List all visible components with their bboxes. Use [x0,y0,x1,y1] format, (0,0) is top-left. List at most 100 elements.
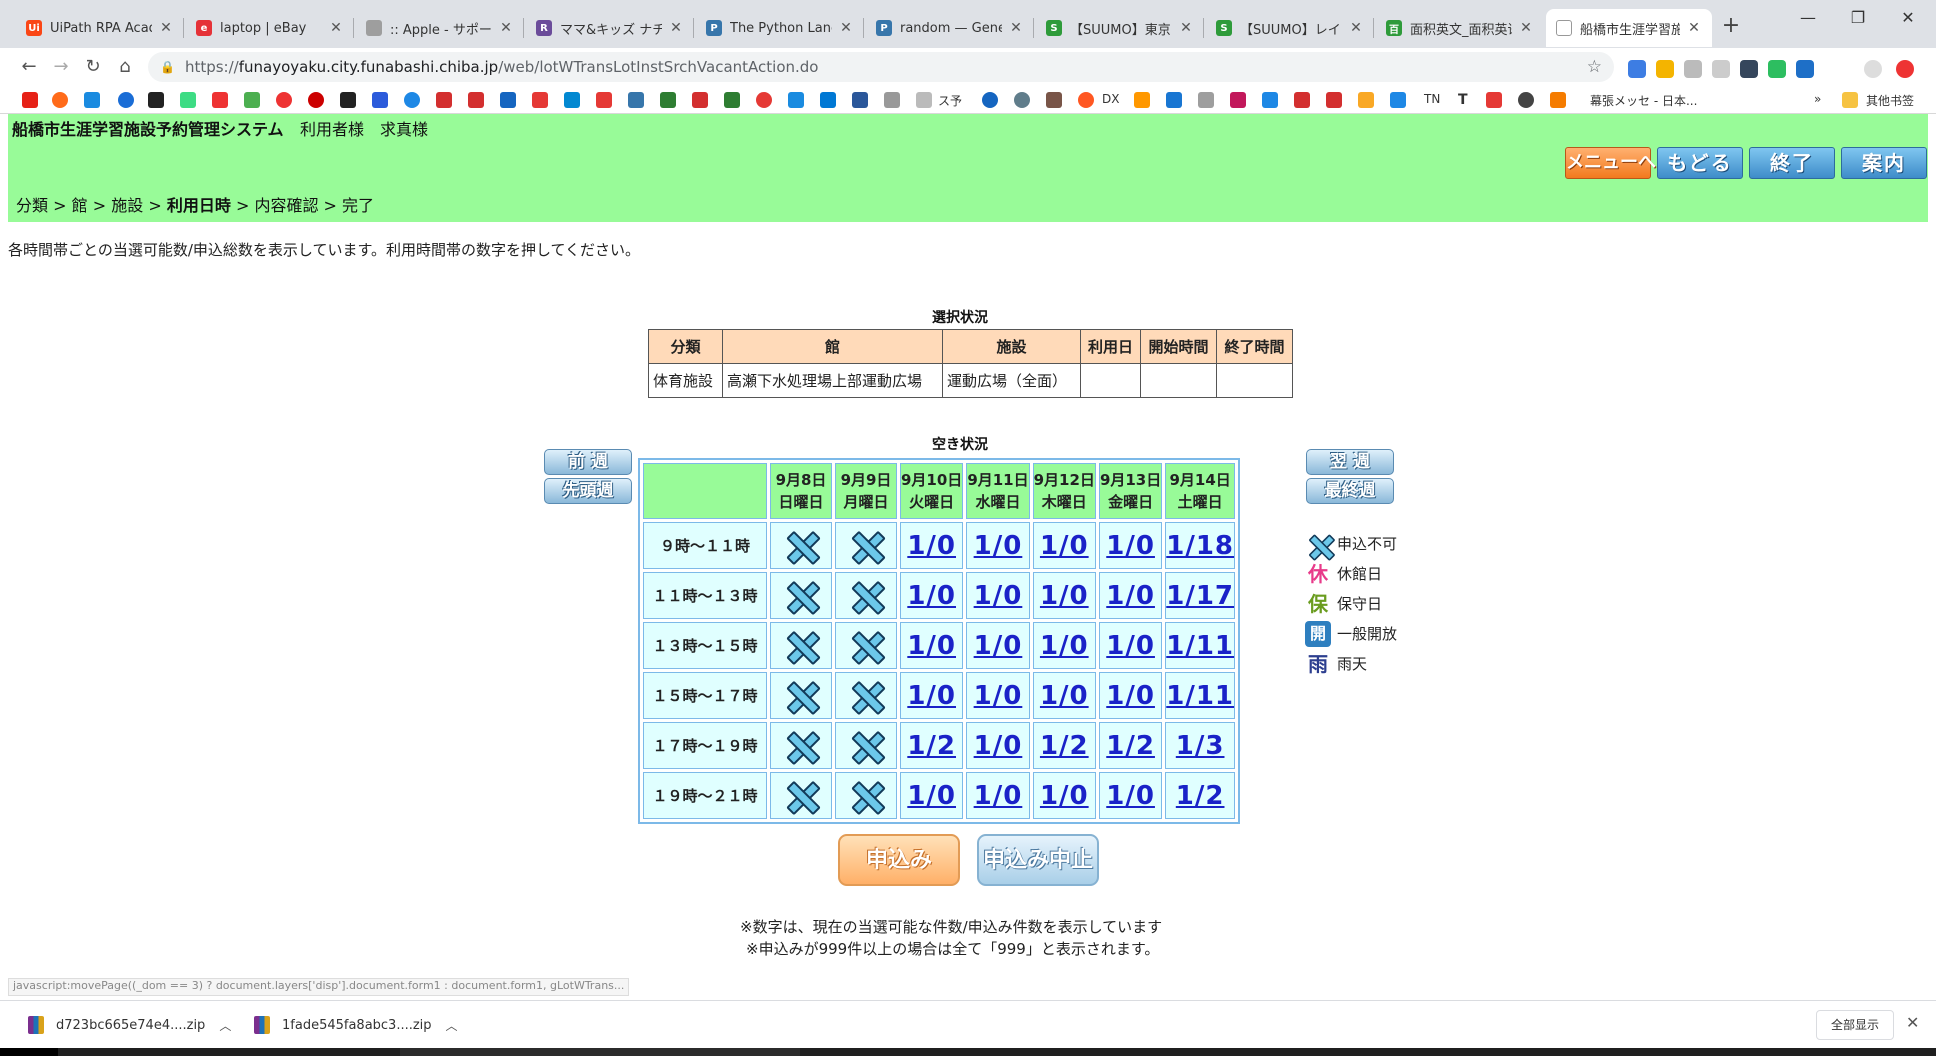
bookmark-icon[interactable] [532,92,548,108]
bookmark-icon[interactable] [276,92,292,108]
bookmark-star-icon[interactable]: ☆ [1587,57,1602,77]
availability-count-link[interactable]: 1/0 [1106,581,1155,611]
next-week-button[interactable]: 翌 週 [1306,449,1394,475]
bookmark-icon[interactable] [1550,92,1566,108]
tab-close-icon[interactable]: ✕ [838,20,854,36]
tab-close-icon[interactable]: ✕ [1686,20,1702,36]
home-icon[interactable]: ⌂ [112,54,138,80]
tab-close-icon[interactable]: ✕ [1348,20,1364,36]
first-week-button[interactable]: 先頭週 [544,478,632,504]
availability-count-link[interactable]: 1/0 [907,631,956,661]
tab[interactable]: Prandom — Genera ✕ [866,9,1034,47]
exit-button[interactable]: 終了 [1749,147,1835,179]
bookmark-label[interactable]: 幕張メッセ - 日本... [1590,92,1697,109]
tab[interactable]: e laptop | eBay ✕ [186,9,354,47]
availability-count-link[interactable]: 1/0 [907,531,956,561]
bookmark-icon[interactable] [1486,92,1502,108]
bookmark-icon[interactable] [628,92,644,108]
bookmark-icon[interactable] [1230,92,1246,108]
availability-count-link[interactable]: 1/0 [1106,631,1155,661]
bookmark-icon[interactable] [212,92,228,108]
download-item[interactable]: d723bc665e74e4....zip ︿ [28,1013,231,1037]
bookmark-icon[interactable] [436,92,452,108]
availability-count-link[interactable]: 1/0 [1040,681,1089,711]
restore-icon[interactable]: ❐ [1838,8,1878,27]
bookmark-icon[interactable] [52,92,68,108]
availability-count-link[interactable]: 1/0 [907,781,956,811]
availability-count-link[interactable]: 1/3 [1176,731,1225,761]
availability-count-link[interactable]: 1/2 [1106,731,1155,761]
download-item[interactable]: 1fade545fa8abc3....zip ︿ [254,1013,458,1037]
other-bookmarks[interactable]: 其他书签 [1866,92,1914,109]
bookmark-icon[interactable] [1046,92,1062,108]
bookmark-icon[interactable] [1262,92,1278,108]
bookmark-icon[interactable] [1358,92,1374,108]
tab[interactable]: P The Python Langu ✕ [696,9,864,47]
bookmark-icon[interactable] [1390,92,1406,108]
tab[interactable]: :: Apple - サポート ✕ [356,9,524,47]
tab-close-icon[interactable]: ✕ [1518,20,1534,36]
bookmark-icon[interactable] [1134,92,1150,108]
bookmark-icon[interactable] [180,92,196,108]
bookmark-icon[interactable] [500,92,516,108]
apply-button[interactable]: 申込み [838,834,960,886]
bookmark-icon[interactable] [884,92,900,108]
extension-icon[interactable] [1628,60,1646,78]
bookmark-icon[interactable] [308,92,324,108]
availability-count-link[interactable]: 1/2 [907,731,956,761]
availability-count-link[interactable]: 1/0 [974,731,1023,761]
availability-count-link[interactable]: 1/0 [1106,681,1155,711]
bookmark-icon[interactable] [982,92,998,108]
bookmark-icon[interactable] [1294,92,1310,108]
availability-count-link[interactable]: 1/0 [974,531,1023,561]
availability-count-link[interactable]: 1/0 [1040,631,1089,661]
tab[interactable]: Ui UiPath RPA Acade ✕ [16,9,184,47]
bookmark-icon[interactable] [1166,92,1182,108]
bookmark-icon[interactable] [692,92,708,108]
menu-icon[interactable] [1896,60,1914,78]
cancel-apply-button[interactable]: 申込み中止 [977,834,1099,886]
availability-count-link[interactable]: 1/2 [1176,781,1225,811]
bookmark-icon[interactable] [340,92,356,108]
bookmark-icon[interactable] [564,92,580,108]
availability-count-link[interactable]: 1/2 [1040,731,1089,761]
bookmark-icon[interactable] [852,92,868,108]
bookmark-icon[interactable] [118,92,134,108]
bookmark-icon[interactable] [244,92,260,108]
minimize-icon[interactable]: — [1788,8,1828,27]
bookmark-icon[interactable] [84,92,100,108]
profile-avatar[interactable] [1864,60,1882,78]
bookmark-label[interactable]: TN [1424,92,1440,106]
tab-close-icon[interactable]: ✕ [498,20,514,36]
bookmark-icon[interactable] [1518,92,1534,108]
bookmark-icon[interactable] [372,92,388,108]
back-arrow-icon[interactable]: ← [16,54,42,80]
bookmark-icon[interactable] [404,92,420,108]
bookmarks-overflow[interactable]: » [1814,92,1821,106]
availability-count-link[interactable]: 1/11 [1166,681,1234,711]
bookmark-icon[interactable] [820,92,836,108]
close-icon[interactable]: ✕ [1906,1013,1919,1032]
bookmark-label[interactable]: DX [1102,92,1119,106]
tab-close-icon[interactable]: ✕ [158,20,174,36]
guide-button[interactable]: 案内 [1841,147,1927,179]
address-bar[interactable]: 🔒 https://funayoyaku.city.funabashi.chib… [148,52,1614,82]
show-all-button[interactable]: 全部显示 [1816,1010,1894,1040]
bookmark-icon[interactable] [660,92,676,108]
tab-close-icon[interactable]: ✕ [328,20,344,36]
bookmark-icon[interactable] [1198,92,1214,108]
tab[interactable]: S 【SUUMO】レイン ✕ [1206,9,1374,47]
availability-count-link[interactable]: 1/0 [1106,531,1155,561]
prev-week-button[interactable]: 前 週 [544,449,632,475]
reload-icon[interactable]: ↻ [80,54,106,80]
bookmark-icon[interactable] [1326,92,1342,108]
menu-button[interactable]: メニューへ [1565,147,1656,179]
extension-icon[interactable] [1740,60,1758,78]
availability-count-link[interactable]: 1/0 [974,581,1023,611]
tab-close-icon[interactable]: ✕ [1008,20,1024,36]
back-button[interactable]: もどる [1657,147,1743,179]
bookmark-icon[interactable] [148,92,164,108]
url-text[interactable]: https://funayoyaku.city.funabashi.chiba.… [185,58,819,76]
tab-close-icon[interactable]: ✕ [668,20,684,36]
availability-count-link[interactable]: 1/11 [1166,631,1234,661]
